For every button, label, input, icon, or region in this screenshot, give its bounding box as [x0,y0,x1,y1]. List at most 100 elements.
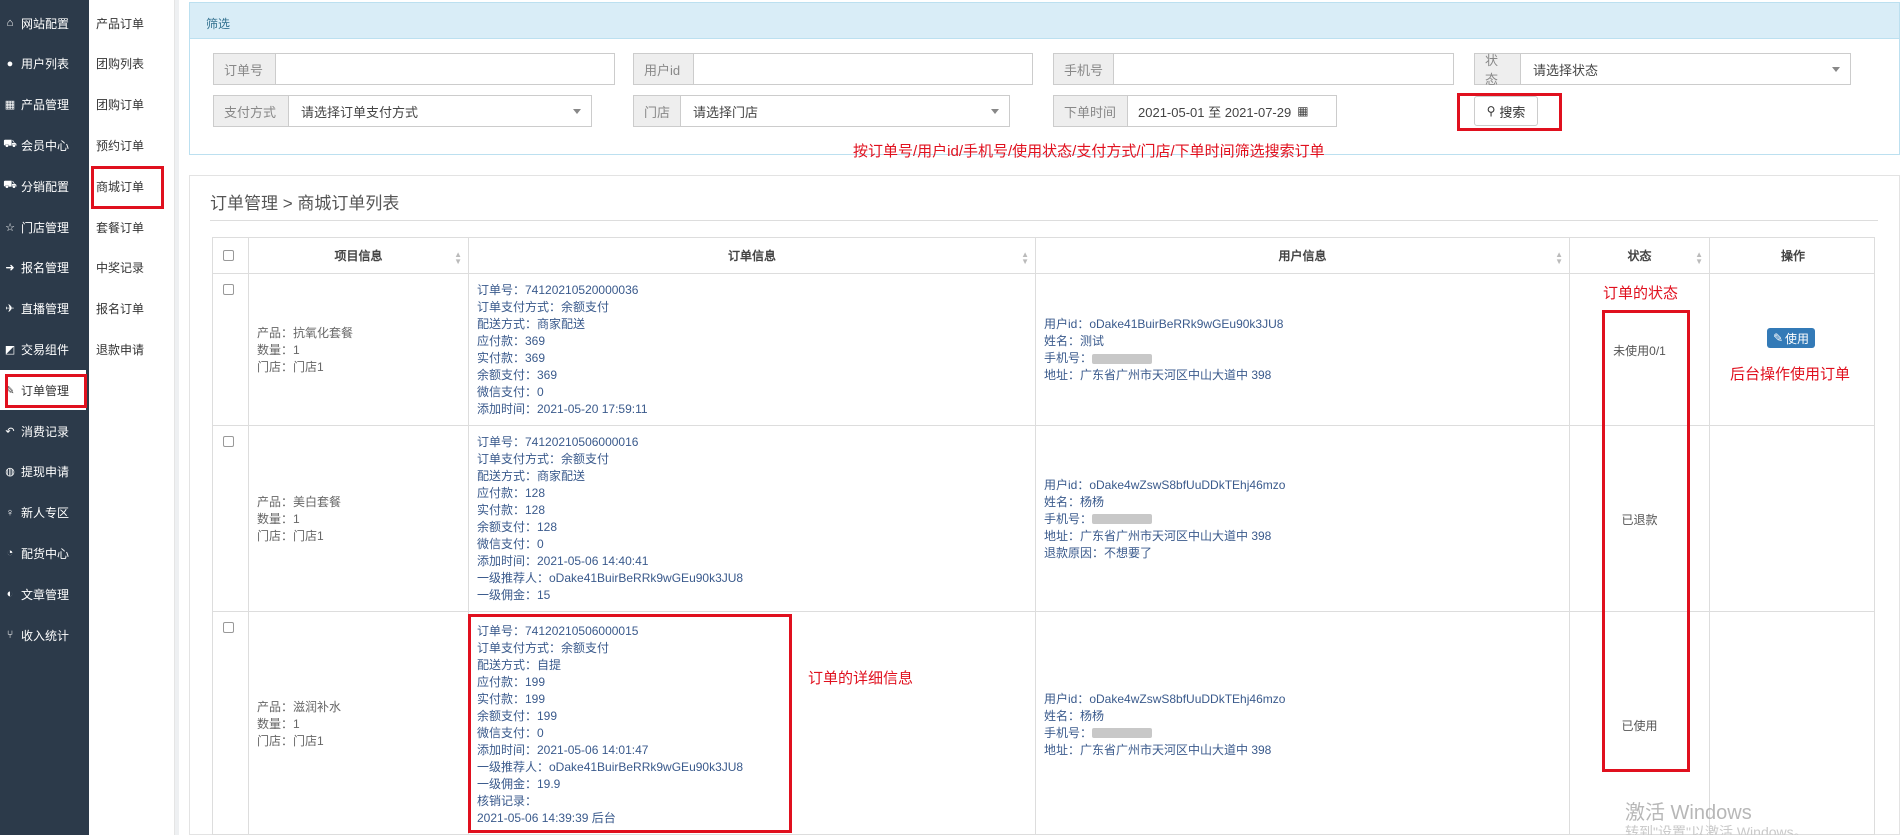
info-line: 产品：滋润补水 [257,700,342,714]
filter-title: 筛选 [190,3,1899,39]
windows-watermark: 激活 Windows [1625,802,1752,824]
sidebar-item[interactable]: ➜ 报名管理 [0,248,89,288]
branch-icon: ⑂ [6,629,14,641]
search-button[interactable]: ⚲ 搜索 [1474,96,1538,126]
submenu-item[interactable]: 团购列表 [89,44,175,84]
submenu-item[interactable]: 预约订单 [89,125,175,165]
info-line: 余额支付：369 [477,368,558,382]
info-line: 地址：广东省广州市天河区中山大道中 398 [1044,742,1272,757]
info-line: 添加时间：2021-05-06 14:01:47 [477,742,649,757]
order-table: 项目信息 ▲ ▼ 订单信息 ▲ ▼ 用户信息 ▲ ▼ 状态 ▲ ▼ 操作 产品：抗氧化套餐 数量：1 门店：门… [212,237,1875,835]
pay-method-select-value: 请选择订单支付方式 [301,104,419,120]
sidebar-item[interactable]: ☆ 门店管理 [0,207,89,247]
sidebar-item[interactable]: ⌂ 网站配置 [0,3,89,43]
info-line: 产品：美白套餐 [257,494,342,509]
submenu-item[interactable]: 退款申请 [89,329,175,369]
sidebar-item[interactable]: ▦ 产品管理 [0,85,89,125]
sort-icon[interactable]: ▲ ▼ [1695,251,1703,266]
order-no-group: 订单号 [213,53,615,85]
chevron-down-icon [991,109,999,114]
select-all-checkbox[interactable] [223,250,234,261]
sidebar-item[interactable]: ✈ 直播管理 [0,289,89,329]
row-checkbox[interactable] [223,284,234,295]
phone-input[interactable] [1113,53,1454,85]
status-label: 状态 [1474,53,1520,87]
pay-method-select[interactable]: 请选择订单支付方式 [288,95,592,127]
info-line: 订单支付方式：余额支付 [477,640,610,655]
store-label: 门店 [633,95,680,127]
info-line: 实付款：199 [477,691,546,706]
sidebar-item[interactable]: ↶ 消费记录 [0,411,89,451]
calendar-icon: ▦ [1297,104,1309,118]
info-line: 退款原因：不想要了 [1044,545,1153,560]
sidebar-item[interactable]: ♀ 新人专区 [0,493,89,533]
info-line: 微信支付：0 [477,537,544,551]
submenu-item[interactable]: 报名订单 [89,289,175,329]
submenu-item[interactable]: 团购订单 [89,85,175,125]
home-icon: ⌂ [6,17,14,29]
table-header-row: 项目信息 ▲ ▼ 订单信息 ▲ ▼ 用户信息 ▲ ▼ 状态 ▲ ▼ 操作 [213,238,1874,273]
column-header[interactable]: 状态 ▲ ▼ [1569,238,1709,273]
submenu-item[interactable]: 商城订单 [89,166,175,206]
use-order-button[interactable]: ✎ 使用 [1767,328,1815,348]
sidebar-item-label: 消费记录 [21,424,70,439]
column-header[interactable]: 项目信息 ▲ ▼ [248,238,468,273]
status-select[interactable]: 请选择状态 [1520,53,1851,85]
sort-icon[interactable]: ▲ ▼ [454,251,462,266]
detail-annotation: 订单的详细信息 [808,670,914,687]
store-select[interactable]: 请选择门店 [680,95,1010,127]
project-info: 产品：抗氧化套餐 数量：1 门店：门店1 [257,325,353,376]
info-line: 一级佣金：19.9 [477,776,561,791]
divider [175,0,179,835]
sidebar-item[interactable]: ⑂ 收入统计 [0,615,89,655]
info-line: 姓名：杨杨 [1044,494,1105,509]
windows-watermark-sub: 转到"设置"以激活 Windows。 [1625,824,1808,835]
sidebar-item[interactable]: ◔ 配货中心 [0,533,89,573]
info-line: 手机号： [1044,350,1283,367]
sidebar-item[interactable]: ◩ 交易组件 [0,329,89,369]
info-line: 应付款：369 [477,334,546,348]
sidebar-item-label: 交易组件 [21,342,70,357]
info-line: 订单号：74120210520000036 [477,283,639,297]
order-no-input[interactable] [275,53,615,85]
info-line: 2021-05-06 14:39:39 后台 [477,810,616,825]
order-time-label: 下单时间 [1053,95,1127,127]
sidebar-item-label: 分销配置 [21,179,70,194]
status-badge: 已退款 [1621,513,1658,527]
info-line: 一级推荐人：oDake41BuirBeRRk9wGEu90k3JU8 [477,759,744,774]
info-line: 用户id：oDake4wZswS8bfUuDDkTEhj46mzo [1044,691,1286,706]
info-line: 应付款：199 [477,674,546,689]
project-info: 产品：滋润补水 数量：1 门店：门店1 [257,699,341,750]
pay-method-group: 支付方式 请选择订单支付方式 [213,95,592,127]
sort-icon[interactable]: ▲ ▼ [1555,251,1563,266]
submenu-item[interactable]: 产品订单 [89,3,175,43]
column-header[interactable]: 用户信息 ▲ ▼ [1035,238,1569,273]
info-line: 用户id：oDake4wZswS8bfUuDDkTEhj46mzo [1044,477,1286,492]
info-line: 姓名：杨杨 [1044,708,1105,723]
sidebar-item-label: 门店管理 [21,220,70,235]
sidebar-item[interactable]: ◍ 提现申请 [0,452,89,492]
order-info: 订单号：74120210520000036 订单支付方式：余额支付 配送方式：商家配… [477,282,648,418]
sidebar-item-label: 直播管理 [21,302,70,317]
column-header[interactable]: 订单信息 ▲ ▼ [468,238,1035,273]
order-time-picker[interactable]: 2021-05-01 至 2021-07-29 ▦ [1127,95,1337,127]
submenu-item[interactable]: 套餐订单 [89,207,175,247]
sidebar-item[interactable]: ⛟ 分销配置 [0,166,89,206]
sidebar-item[interactable]: ● 用户列表 [0,44,89,84]
submenu-item[interactable]: 中奖记录 [89,248,175,288]
user-id-label: 用户id [633,53,693,85]
info-line: 门店：门店1 [257,359,324,374]
filter-annotation: 按订单号/用户id/手机号/使用状态/支付方式/门店/下单时间筛选搜索订单 [853,143,1325,160]
column-header[interactable]: 操作 [1709,238,1876,273]
column-header-label: 用户信息 [1278,249,1327,263]
sidebar-item[interactable]: ◐ 文章管理 [0,574,89,614]
row-checkbox[interactable] [223,622,234,633]
sidebar-item[interactable]: ✎ 订单管理 [0,370,86,411]
info-line: 核销记录： [477,793,538,808]
row-checkbox[interactable] [223,436,234,447]
info-line: 订单号：74120210506000016 [477,435,639,449]
user-id-input[interactable] [693,53,1033,85]
search-button-label: 搜索 [1499,104,1526,120]
sort-icon[interactable]: ▲ ▼ [1021,251,1029,266]
sidebar-item[interactable]: ⛟ 会员中心 [0,125,89,165]
